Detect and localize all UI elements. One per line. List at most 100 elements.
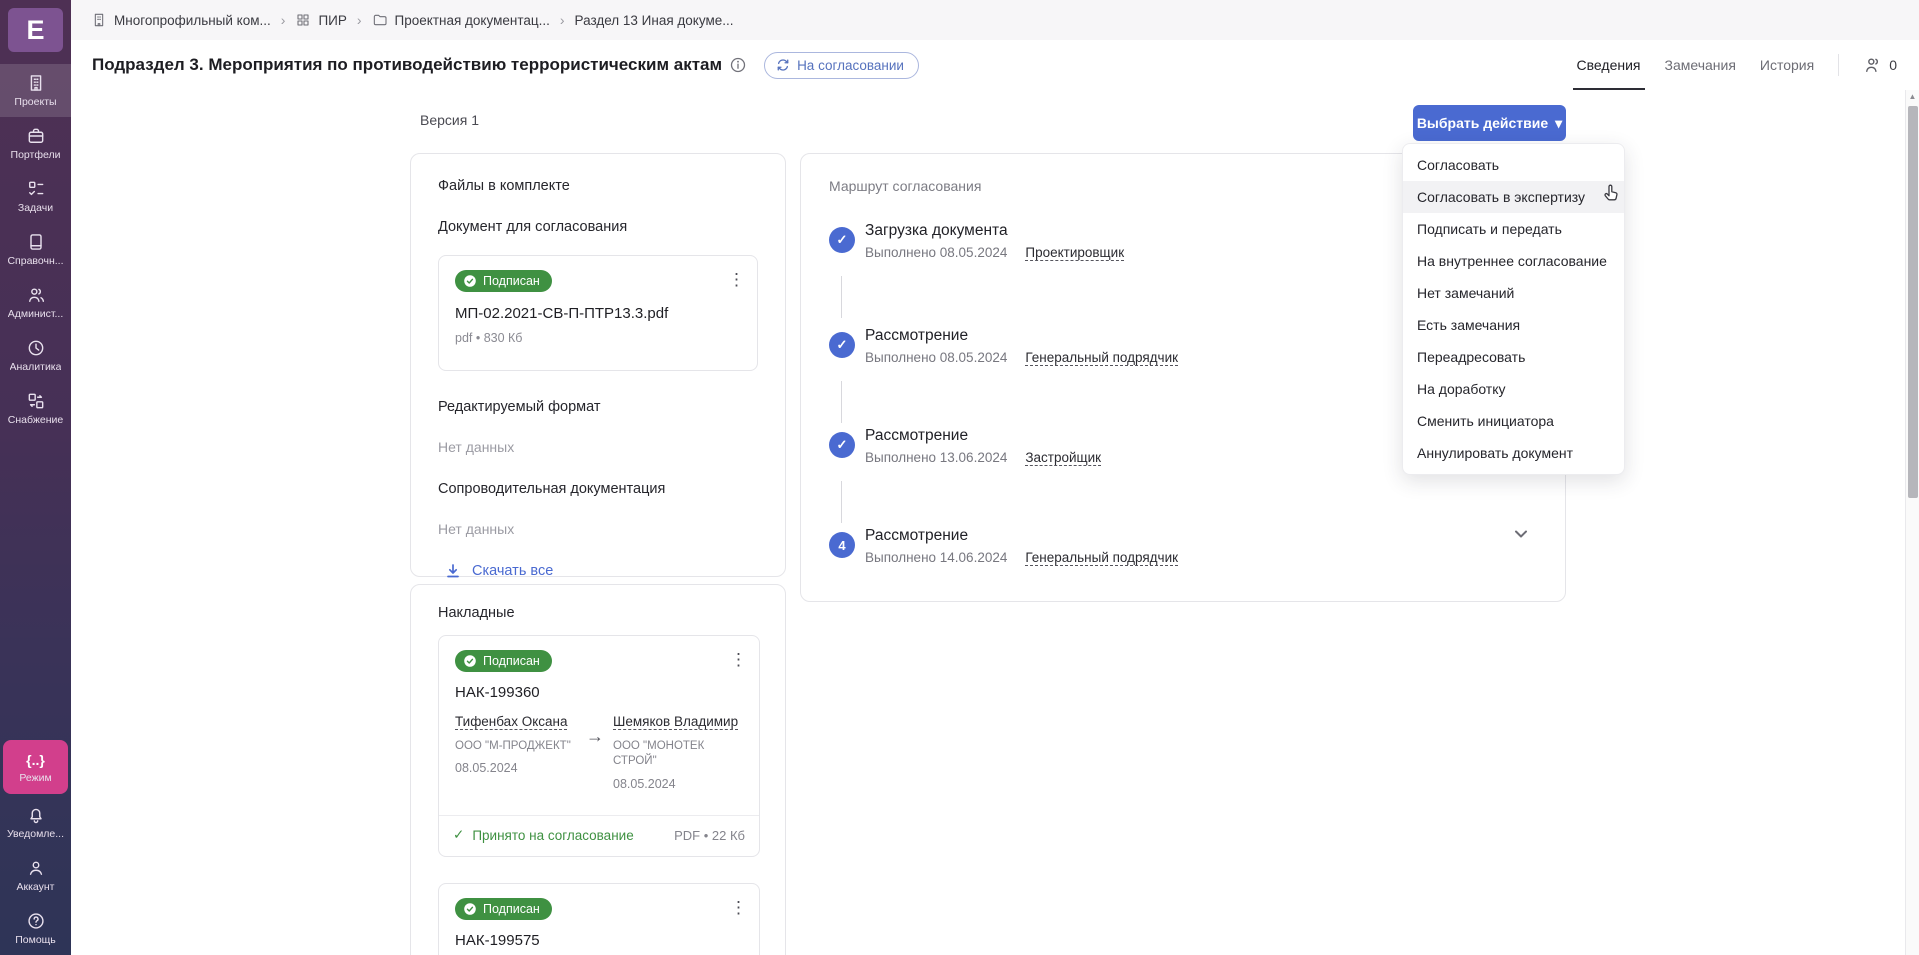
sidebar-item-tasks[interactable]: Задачи <box>0 170 71 223</box>
chevron-down-icon[interactable] <box>1513 526 1529 542</box>
step-role-link[interactable]: Застройщик <box>1025 450 1101 466</box>
route-step: ✓ Рассмотрение Выполнено 13.06.2024 Заст… <box>829 427 1101 466</box>
choose-action-label: Выбрать действие <box>1417 115 1548 131</box>
files-card-title: Файлы в комплекте <box>438 178 758 194</box>
signed-badge: Подписан <box>455 650 552 672</box>
building-icon <box>26 73 46 93</box>
viewers-count: 0 <box>1889 57 1897 73</box>
sidebar-bottom-group: {..} Режим Уведомле... Аккаунт Помощь <box>0 740 71 955</box>
step-done-marker: ✓ <box>829 432 855 458</box>
step-title: Рассмотрение <box>865 427 1101 445</box>
step-text: Загрузка документа Выполнено 08.05.2024 … <box>865 222 1124 261</box>
menu-item-approve[interactable]: Согласовать <box>1403 149 1624 181</box>
download-icon <box>445 563 461 579</box>
file-name: МП-02.2021-СВ-П-ПТР13.3.pdf <box>455 305 741 322</box>
invoice-footer: ✓ Принято на согласование PDF • 22 Кб <box>439 815 759 856</box>
scrollbar-up-arrow[interactable]: ▲ <box>1906 92 1919 101</box>
step-title: Рассмотрение <box>865 327 1178 345</box>
hand-cursor-icon <box>1599 182 1623 206</box>
tabs: Сведения Замечания История 0 <box>1577 40 1897 90</box>
breadcrumb-item-design-docs[interactable]: Проектная документац... <box>372 12 550 28</box>
sidebar-item-label: Админист... <box>8 308 64 320</box>
step-role-link[interactable]: Генеральный подрядчик <box>1025 350 1178 366</box>
route-step: 4 Рассмотрение Выполнено 14.06.2024 Гене… <box>829 527 1178 566</box>
sidebar-item-projects[interactable]: Проекты <box>0 64 71 117</box>
tab-label: История <box>1760 57 1814 73</box>
tab-remarks[interactable]: Замечания <box>1665 40 1736 90</box>
sidebar-item-directories[interactable]: Справочн... <box>0 223 71 276</box>
sidebar-item-supply[interactable]: Снабжение <box>0 382 71 435</box>
signed-badge: Подписан <box>455 898 552 920</box>
step-role-link[interactable]: Генеральный подрядчик <box>1025 550 1178 566</box>
document-file-tile[interactable]: Подписан ⋮ МП-02.2021-СВ-П-ПТР13.3.pdf p… <box>438 255 758 371</box>
vertical-scrollbar[interactable]: ▲ <box>1905 90 1919 955</box>
sync-icon <box>776 58 790 72</box>
sidebar-item-account[interactable]: Аккаунт <box>0 849 71 902</box>
sidebar-item-label: Снабжение <box>8 414 63 426</box>
status-badge-label: На согласовании <box>797 58 904 73</box>
tab-history[interactable]: История <box>1760 40 1814 90</box>
kebab-menu-icon[interactable]: ⋮ <box>728 270 745 290</box>
sidebar-item-label: Аналитика <box>10 361 62 373</box>
invoice-tile[interactable]: Подписан ⋮ НАК-199360 Тифенбах Оксана ОО… <box>438 635 760 857</box>
action-dropdown-menu: Согласовать Согласовать в экспертизу Под… <box>1402 143 1625 475</box>
sidebar-item-help[interactable]: Помощь <box>0 902 71 955</box>
signed-badge-label: Подписан <box>483 654 540 668</box>
menu-item-annul-document[interactable]: Аннулировать документ <box>1403 437 1624 469</box>
transfer-arrow-icon: → <box>577 712 613 791</box>
sidebar-item-notifications[interactable]: Уведомле... <box>0 796 71 849</box>
route-card-title: Маршрут согласования <box>829 178 981 194</box>
sender-name-link[interactable]: Тифенбах Оксана <box>455 714 567 730</box>
download-all-label: Скачать все <box>472 563 553 579</box>
step-role-link[interactable]: Проектировщик <box>1025 245 1124 261</box>
menu-item-no-remarks[interactable]: Нет замечаний <box>1403 277 1624 309</box>
breadcrumb-item-project[interactable]: Многопрофильный ком... <box>91 12 271 28</box>
content-area: Версия 1 Файлы в комплекте Документ для … <box>71 90 1919 955</box>
step-title: Загрузка документа <box>865 222 1124 240</box>
seal-check-icon <box>463 274 477 288</box>
menu-item-approve-to-expertise[interactable]: Согласовать в экспертизу <box>1403 181 1624 213</box>
choose-action-button[interactable]: Выбрать действие ▾ <box>1413 105 1566 141</box>
sidebar-item-administration[interactable]: Админист... <box>0 276 71 329</box>
sidebar-item-label: Справочн... <box>7 255 63 267</box>
briefcase-icon <box>26 126 46 146</box>
kebab-menu-icon[interactable]: ⋮ <box>730 898 747 918</box>
route-step: ✓ Загрузка документа Выполнено 08.05.202… <box>829 222 1124 261</box>
sidebar-item-mode[interactable]: {..} Режим <box>3 740 68 794</box>
step-text: Рассмотрение Выполнено 14.06.2024 Генера… <box>865 527 1178 566</box>
kebab-menu-icon[interactable]: ⋮ <box>730 650 747 670</box>
menu-item-internal-approval[interactable]: На внутреннее согласование <box>1403 245 1624 277</box>
app-logo[interactable]: E <box>8 8 63 52</box>
viewers-counter[interactable]: 0 <box>1863 55 1897 75</box>
breadcrumb-item-pir[interactable]: ПИР <box>295 12 346 28</box>
step-title: Рассмотрение <box>865 527 1178 545</box>
signed-badge-label: Подписан <box>483 902 540 916</box>
scrollbar-thumb[interactable] <box>1908 106 1918 498</box>
viewers-people-icon <box>1863 55 1883 75</box>
sidebar-item-label: Помощь <box>15 934 56 946</box>
menu-item-has-remarks[interactable]: Есть замечания <box>1403 309 1624 341</box>
tab-label: Замечания <box>1665 57 1736 73</box>
download-all-button[interactable]: Скачать все <box>445 563 758 579</box>
menu-item-sign-and-transfer[interactable]: Подписать и передать <box>1403 213 1624 245</box>
invoice-number: НАК-199360 <box>455 684 743 701</box>
sidebar-item-portfolios[interactable]: Портфели <box>0 117 71 170</box>
book-icon <box>26 232 46 252</box>
step-meta: Выполнено 13.06.2024 Застройщик <box>865 450 1101 466</box>
editable-format-label: Редактируемый формат <box>438 399 758 415</box>
menu-item-change-initiator[interactable]: Сменить инициатора <box>1403 405 1624 437</box>
info-icon[interactable] <box>730 57 746 73</box>
invoice-tile[interactable]: Подписан ⋮ НАК-199575 <box>438 883 760 955</box>
invoice-number: НАК-199575 <box>455 932 743 949</box>
receiver-date: 08.05.2024 <box>613 777 743 791</box>
breadcrumb-item-section13[interactable]: Раздел 13 Иная докуме... <box>575 13 734 28</box>
step-status: Выполнено 08.05.2024 <box>865 350 1007 366</box>
menu-item-to-rework[interactable]: На доработку <box>1403 373 1624 405</box>
tab-details[interactable]: Сведения <box>1577 40 1641 90</box>
route-connector <box>841 381 842 423</box>
sidebar-item-analytics[interactable]: Аналитика <box>0 329 71 382</box>
sidebar-item-label: Аккаунт <box>16 881 54 893</box>
receiver-name-link[interactable]: Шемяков Владимир <box>613 714 738 730</box>
step-done-marker: ✓ <box>829 227 855 253</box>
menu-item-readdress[interactable]: Переадресовать <box>1403 341 1624 373</box>
